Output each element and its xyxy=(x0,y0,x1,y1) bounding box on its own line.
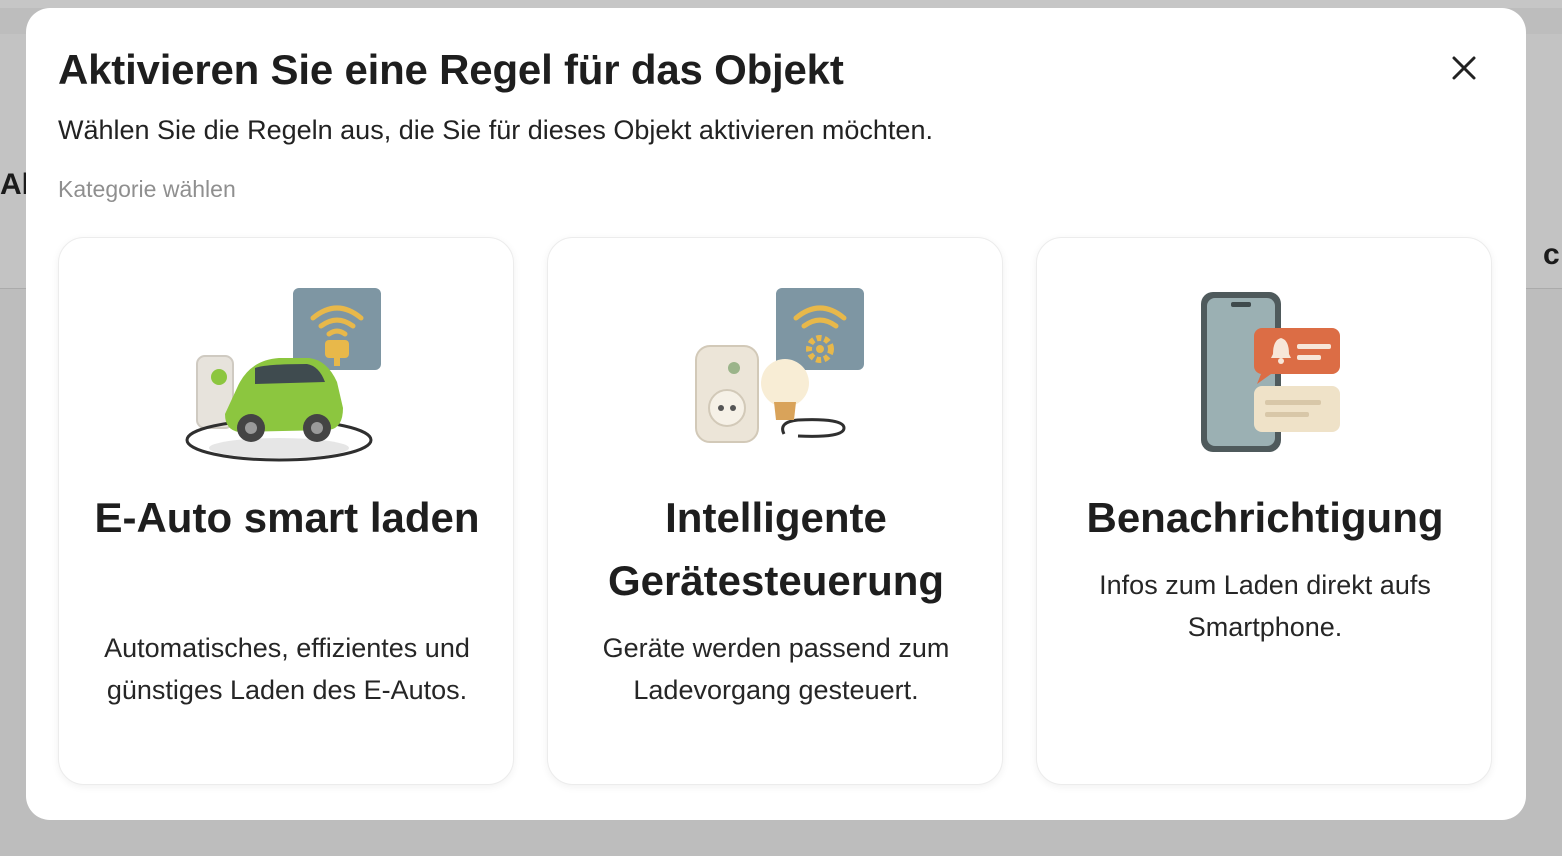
background-text-fragment: c xyxy=(1543,238,1560,271)
card-title: E-Auto smart laden xyxy=(94,494,480,541)
rule-activation-modal: Aktivieren Sie eine Regel für das Objekt… xyxy=(26,8,1526,820)
background-top-bar xyxy=(0,0,1562,8)
card-title: Intelligente Gerätesteuerung xyxy=(607,494,945,604)
card-description: Automatisches, effizientes und günstiges… xyxy=(104,633,470,705)
modal-title: Aktivieren Sie eine Regel für das Objekt xyxy=(58,46,844,93)
category-label: Kategorie wählen xyxy=(58,176,236,202)
smartphone-notification-icon xyxy=(1137,278,1393,468)
card-description: Infos zum Laden direkt aufs Smartphone. xyxy=(1099,570,1431,642)
close-icon xyxy=(1452,56,1476,80)
card-description: Geräte werden passend zum Ladevorgang ge… xyxy=(602,633,950,705)
smart-plug-icon xyxy=(648,278,904,468)
rule-card-ev-charging[interactable]: E-Auto smart laden Automatisches, effizi… xyxy=(58,237,514,785)
rule-card-notification[interactable]: Benachrichtigung Infos zum Laden direkt … xyxy=(1036,237,1492,785)
close-button[interactable] xyxy=(1444,48,1484,88)
card-title: Benachrichtigung xyxy=(1086,494,1444,541)
rule-card-device-control[interactable]: Intelligente Gerätesteuerung Geräte werd… xyxy=(547,237,1003,785)
ev-charging-icon xyxy=(159,278,415,468)
modal-subtitle: Wählen Sie die Regeln aus, die Sie für d… xyxy=(58,115,933,145)
